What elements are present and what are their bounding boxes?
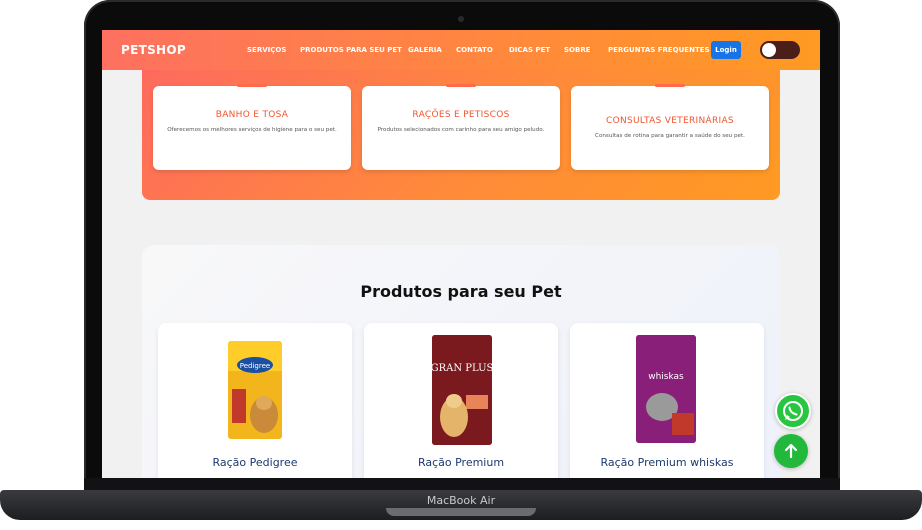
service-card-consultas[interactable]: CONSULTAS VETERINÁRIAS Consultas de roti… [571,84,769,170]
arrow-up-icon [784,443,798,459]
navbar: PETSHOP SERVIÇOS PRODUTOS PARA SEU PET G… [102,30,820,70]
service-card-banho[interactable]: BANHO E TOSA Oferecemos os melhores serv… [153,84,351,170]
nav-link-produtos[interactable]: PRODUTOS PARA SEU PET [300,46,402,54]
products-section: Produtos para seu Pet Pedigree Ração Ped… [142,245,780,478]
product-image: whiskas [636,335,696,443]
bag-brand-text: GRAN PLUS [432,363,492,374]
nav-link-contato[interactable]: CONTATO [456,46,493,54]
nav-link-sobre[interactable]: SOBRE [564,46,591,54]
nav-link-servicos[interactable]: SERVIÇOS [247,46,286,54]
service-title: BANHO E TOSA [215,110,289,120]
service-title: CONSULTAS VETERINÁRIAS [606,116,734,126]
nav-link-faq[interactable]: PERGUNTAS FREQUENTES [608,46,710,54]
toggle-knob [762,43,776,57]
product-card-pedigree[interactable]: Pedigree Ração Pedigree [158,323,352,478]
whatsapp-icon [783,401,803,421]
service-description: Consultas de rotina para garantir a saúd… [595,133,745,139]
whatsapp-button[interactable] [775,393,811,429]
services-panel: BANHO E TOSA Oferecemos os melhores serv… [142,70,780,200]
camera-dot [458,16,464,22]
brand-logo[interactable]: PETSHOP [121,43,186,57]
card-accent-bar [655,84,685,87]
back-to-top-button[interactable] [774,434,808,468]
login-button[interactable]: Login [711,41,741,59]
product-card-whiskas[interactable]: whiskas Ração Premium whiskas [570,323,764,478]
section-title: Produtos para seu Pet [360,282,562,301]
card-accent-bar [237,84,267,87]
product-name: Ração Premium [417,456,505,469]
service-description: Oferecemos os melhores serviços de higie… [167,127,337,133]
service-card-racoes[interactable]: RAÇÕES E PETISCOS Produtos selecionados … [362,84,560,170]
product-name: Ração Pedigree [212,456,298,469]
card-accent-bar [446,84,476,87]
product-image: GRAN PLUS [432,335,492,445]
nav-link-dicas[interactable]: DICAS PET [509,46,550,54]
service-title: RAÇÕES E PETISCOS [412,110,510,120]
screen: PETSHOP SERVIÇOS PRODUTOS PARA SEU PET G… [102,30,820,478]
product-name: Ração Premium whiskas [600,456,734,469]
product-card-granplus[interactable]: GRAN PLUS Ração Premium [364,323,558,478]
theme-toggle[interactable] [760,41,800,59]
laptop-notch [386,508,536,516]
device-label: MacBook Air [426,494,496,507]
product-image: Pedigree [228,341,282,439]
service-description: Produtos selecionados com carinho para s… [377,127,545,133]
nav-link-galeria[interactable]: GALERIA [408,46,442,54]
bag-brand-text: Pedigree [240,362,270,370]
bag-brand-text: whiskas [648,372,684,382]
